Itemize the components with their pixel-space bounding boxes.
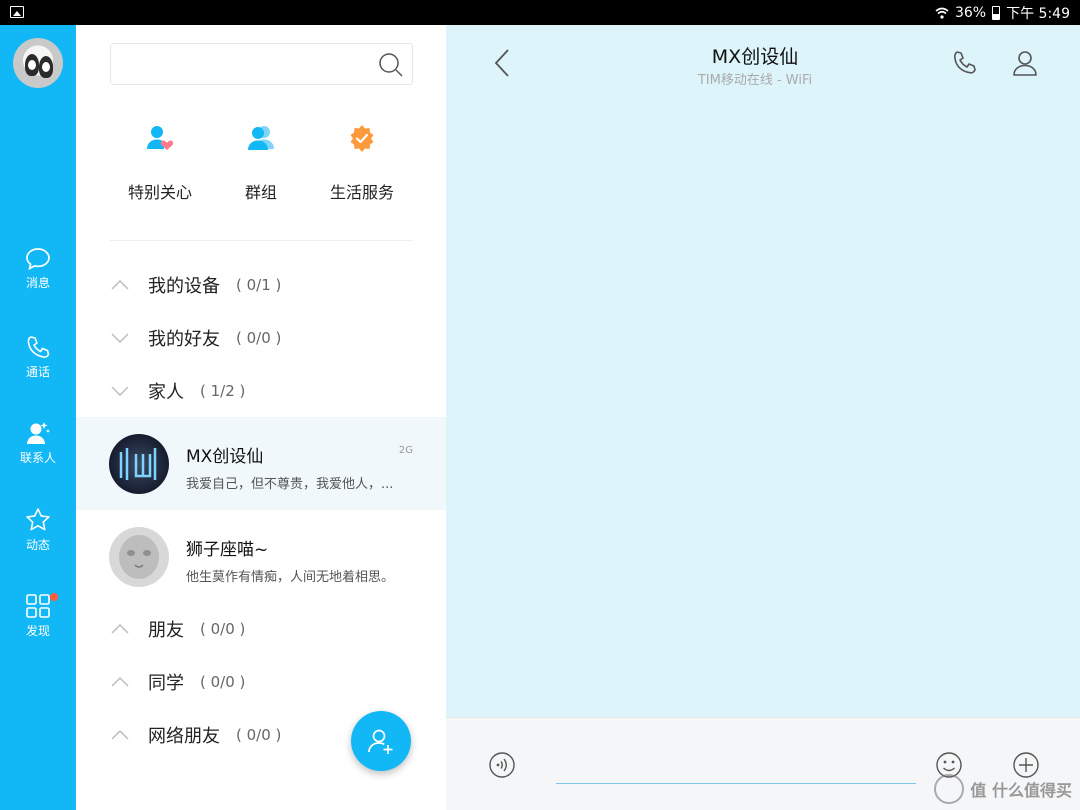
star-icon — [26, 508, 50, 531]
contact-signature: 我爱自己，但不尊贵，我爱他人，... — [186, 477, 394, 492]
chat-pane: MX创设仙 TIM移动在线 - WiFi — [446, 25, 1080, 810]
watermark: 值 什么值得买 — [934, 774, 1072, 804]
contact-signature: 他生莫作有情痴，人间无地着相思。 — [186, 570, 395, 585]
rail-label: 联系人 — [19, 451, 56, 465]
life-service-icon — [350, 125, 374, 152]
contact-avatar — [109, 527, 169, 587]
battery-icon — [992, 6, 1001, 20]
group-classmates[interactable]: 同学 ( 0/0 ) — [110, 667, 245, 697]
shortcut-label: 特别关心 — [127, 183, 192, 202]
shortcut-label: 群组 — [244, 183, 277, 202]
group-name: 朋友 — [148, 620, 184, 641]
rail-item-contacts[interactable]: 联系人 — [0, 420, 76, 480]
phone-call-icon[interactable] — [951, 49, 979, 77]
rail-label: 消息 — [25, 276, 50, 290]
group-my-devices[interactable]: 我的设备 ( 0/1 ) — [110, 270, 281, 300]
group-count: ( 0/0 ) — [200, 673, 246, 691]
chevron-down-icon — [111, 386, 129, 396]
rail-label: 发现 — [25, 624, 50, 638]
shortcut-label: 生活服务 — [329, 183, 394, 202]
add-person-icon — [368, 729, 393, 754]
chevron-up-icon — [111, 280, 129, 290]
special-care-icon — [147, 126, 174, 150]
left-rail: 消息 通话 联系人 动态 发现 — [0, 25, 76, 810]
rail-item-messages[interactable]: 消息 — [0, 247, 76, 307]
group-my-friends[interactable]: 我的好友 ( 0/0 ) — [110, 323, 281, 353]
notification-dot — [50, 593, 58, 601]
group-name: 网络朋友 — [148, 726, 220, 747]
chevron-up-icon — [111, 730, 129, 740]
rail-item-feed[interactable]: 动态 — [0, 507, 76, 567]
contacts-person-icon — [27, 422, 50, 444]
search-icon[interactable] — [378, 52, 404, 78]
network-tag: 2G — [398, 445, 413, 456]
group-count: ( 1/2 ) — [200, 382, 246, 400]
contact-avatar — [109, 434, 169, 494]
contact-name: 狮子座喵~ — [186, 540, 269, 560]
divider — [110, 240, 413, 241]
watermark-logo-icon — [934, 774, 965, 804]
contact-row[interactable]: MX创设仙 2G 我爱自己，但不尊贵，我爱他人，... — [76, 417, 446, 510]
phone-icon — [27, 336, 50, 358]
chevron-up-icon — [111, 624, 129, 634]
contacts-panel: 特别关心 群组 生活服务 我的设备 ( 0/1 ) 我的好友 ( 0/0 ) 家… — [76, 25, 446, 810]
image-notification-icon — [10, 6, 24, 18]
message-bubble-icon — [26, 248, 50, 271]
group-name: 同学 — [148, 673, 184, 694]
profile-icon[interactable] — [1011, 49, 1039, 77]
watermark-text: 值 什么值得买 — [970, 781, 1072, 800]
add-contact-button[interactable] — [351, 711, 411, 771]
battery-percent: 36% — [954, 5, 987, 21]
group-count: ( 0/0 ) — [200, 620, 246, 638]
rail-item-discover[interactable]: 发现 — [0, 593, 76, 653]
group-online-friends[interactable]: 网络朋友 ( 0/0 ) — [110, 720, 281, 750]
group-friends[interactable]: 朋友 ( 0/0 ) — [110, 614, 245, 644]
shortcut-special-care[interactable]: 特别关心 — [110, 123, 210, 203]
group-family[interactable]: 家人 ( 1/2 ) — [110, 376, 245, 406]
clock: 下午 5:49 — [1006, 6, 1070, 22]
contact-row[interactable]: 狮子座喵~ 他生莫作有情痴，人间无地着相思。 — [76, 510, 446, 603]
group-count: ( 0/0 ) — [236, 726, 282, 744]
contact-name: MX创设仙 — [186, 447, 264, 467]
message-input[interactable] — [556, 783, 916, 784]
voice-icon[interactable] — [488, 751, 516, 779]
rail-label: 通话 — [25, 365, 50, 379]
shortcut-life-service[interactable]: 生活服务 — [312, 123, 412, 203]
grid-apps-icon — [26, 594, 50, 618]
group-name: 家人 — [148, 382, 184, 403]
search-input[interactable] — [110, 43, 413, 85]
group-count: ( 0/1 ) — [236, 276, 282, 294]
group-name: 我的设备 — [148, 276, 220, 297]
rail-item-calls[interactable]: 通话 — [0, 334, 76, 394]
rail-label: 动态 — [25, 538, 50, 552]
group-icon — [248, 126, 274, 150]
group-name: 我的好友 — [148, 329, 220, 350]
wifi-icon — [935, 7, 949, 19]
shortcut-groups[interactable]: 群组 — [211, 123, 311, 203]
status-bar: 36% 下午 5:49 — [0, 0, 1080, 25]
avatar[interactable] — [13, 38, 63, 88]
chevron-up-icon — [111, 677, 129, 687]
chevron-down-icon — [111, 333, 129, 343]
group-count: ( 0/0 ) — [236, 329, 282, 347]
